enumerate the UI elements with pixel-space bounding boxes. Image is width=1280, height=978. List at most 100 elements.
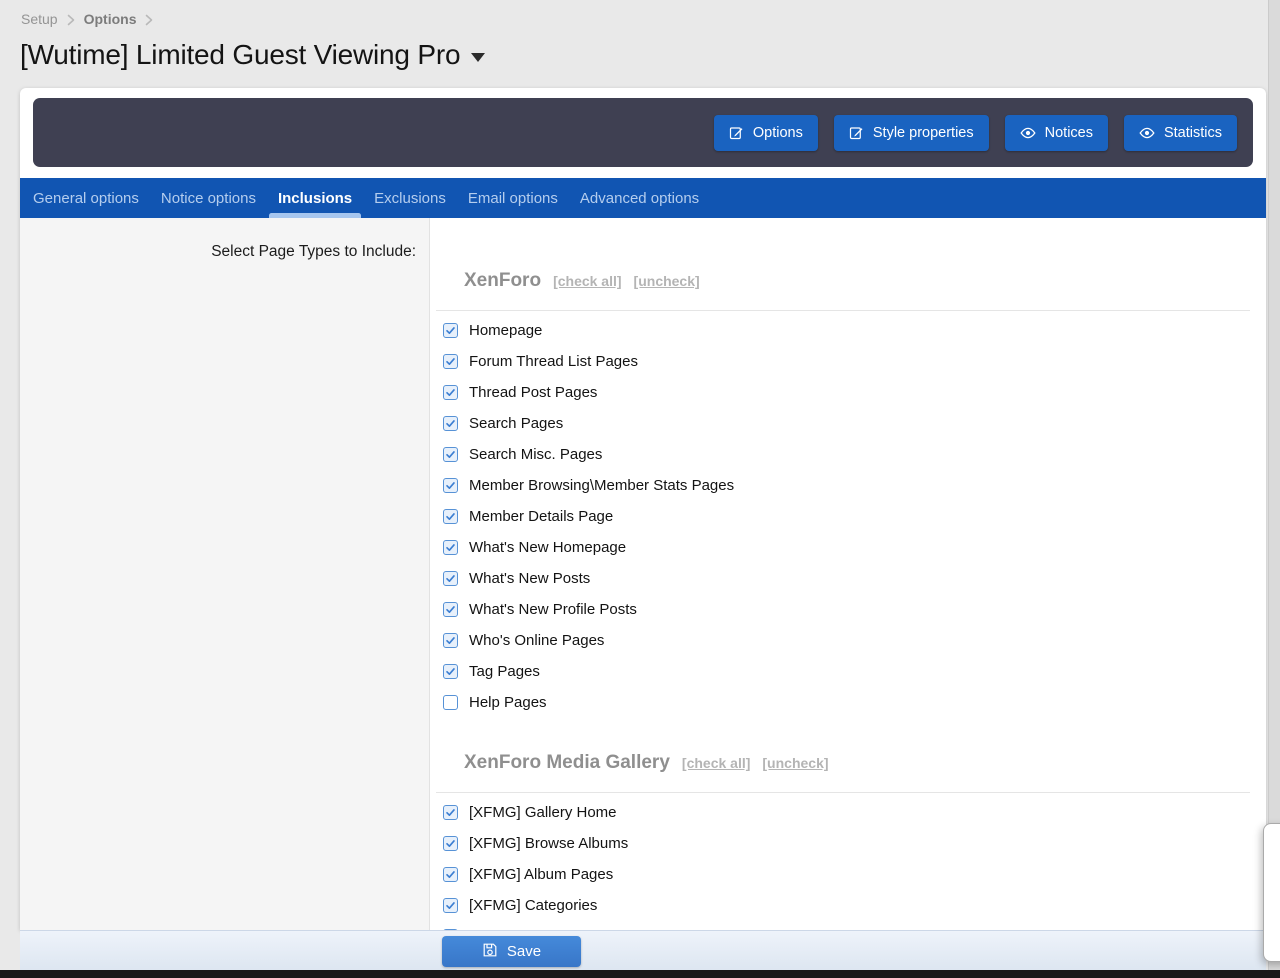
checkbox-item xyxy=(430,921,1266,930)
checkbox-item-label[interactable]: [XFMG] Categories xyxy=(469,897,597,914)
toolbar-button-label: Style properties xyxy=(873,125,974,141)
chevron-down-icon xyxy=(471,53,485,62)
section-heading-row: XenForo Media Gallery [check all] [uncheck… xyxy=(464,752,1250,774)
section-heading: XenForo Media Gallery xyxy=(464,752,670,774)
checkbox-member-details-page[interactable] xyxy=(443,509,458,524)
checkbox-item: What's New Posts xyxy=(430,563,1266,594)
checkbox-item-label[interactable]: What's New Posts xyxy=(469,570,590,587)
content-card: Options Style properties Notices Statistics… xyxy=(20,88,1266,930)
breadcrumb: Setup Options xyxy=(21,11,153,27)
checkbox-item-label[interactable]: Member Details Page xyxy=(469,508,613,525)
breadcrumb-item-setup[interactable]: Setup xyxy=(21,11,58,27)
uncheck-link[interactable]: [uncheck] xyxy=(634,273,700,289)
check-all-link[interactable]: [check all] xyxy=(553,273,621,289)
page-type-section-xenforo-media-gallery: XenForo Media Gallery [check all] [uncheck… xyxy=(430,752,1266,930)
checkbox-item-label[interactable]: Thread Post Pages xyxy=(469,384,597,401)
check-all-link[interactable]: [check all] xyxy=(682,755,750,771)
checkbox-item: [XFMG] Categories xyxy=(430,890,1266,921)
chevron-right-icon xyxy=(67,14,75,26)
checkbox-tag-pages[interactable] xyxy=(443,664,458,679)
toolbar-button-label: Notices xyxy=(1045,125,1093,141)
save-button[interactable]: Save xyxy=(442,936,581,967)
page-title: [Wutime] Limited Guest Viewing Pro xyxy=(20,38,460,72)
checkbox-homepage[interactable] xyxy=(443,323,458,338)
checkbox-who-s-online-pages[interactable] xyxy=(443,633,458,648)
checkbox-list: [XFMG] Gallery Home [XFMG] Browse Albums [… xyxy=(430,793,1266,930)
page-type-section-xenforo: XenForo[check all][uncheck]HomepageForum… xyxy=(430,270,1266,718)
tab-email-options[interactable]: Email options xyxy=(457,178,569,218)
checkbox-item-label[interactable]: Member Browsing\Member Stats Pages xyxy=(469,477,734,494)
save-button-label: Save xyxy=(507,943,541,960)
checkbox-item-label[interactable]: [XFMG] Gallery Home xyxy=(469,804,617,821)
style-properties-button[interactable]: Style properties xyxy=(834,115,989,151)
checkbox-item: [XFMG] Gallery Home xyxy=(430,797,1266,828)
checkbox-item-label[interactable]: Search Pages xyxy=(469,415,563,432)
viewport-bottom-edge xyxy=(0,970,1280,978)
checkbox-item: Tag Pages xyxy=(430,656,1266,687)
form-row-label: Select Page Types to Include: xyxy=(20,243,416,261)
checkbox-xfmg-gallery-home[interactable] xyxy=(443,805,458,820)
header-toolbar: Options Style properties Notices Statistics xyxy=(33,98,1253,167)
checkbox-item-label[interactable]: [XFMG] Album Pages xyxy=(469,866,613,883)
checkbox-what-s-new-profile-posts[interactable] xyxy=(443,602,458,617)
statistics-button[interactable]: Statistics xyxy=(1124,115,1237,151)
eye-icon xyxy=(1139,125,1155,141)
checkbox-item: Search Misc. Pages xyxy=(430,439,1266,470)
checkbox-item: What's New Homepage xyxy=(430,532,1266,563)
edit-icon xyxy=(849,125,864,140)
checkbox-item: [XFMG] Album Pages xyxy=(430,859,1266,890)
edit-icon xyxy=(729,125,744,140)
page-title-dropdown[interactable]: [Wutime] Limited Guest Viewing Pro xyxy=(20,38,485,72)
toolbar-button-label: Statistics xyxy=(1164,125,1222,141)
checkbox-item: Homepage xyxy=(430,315,1266,346)
checkbox-item: Member Details Page xyxy=(430,501,1266,532)
checkbox-xfmg-browse-albums[interactable] xyxy=(443,836,458,851)
options-button[interactable]: Options xyxy=(714,115,818,151)
checkbox-list: Homepage Forum Thread List Pages Thread Po… xyxy=(430,311,1266,718)
checkbox-item-label[interactable]: Help Pages xyxy=(469,694,547,711)
checkbox-item: Help Pages xyxy=(430,687,1266,718)
checkbox-member-browsing-member-stats-pages[interactable] xyxy=(443,478,458,493)
checkbox-item: Search Pages xyxy=(430,408,1266,439)
toolbar-button-label: Options xyxy=(753,125,803,141)
checkbox-item-label[interactable]: Forum Thread List Pages xyxy=(469,353,638,370)
tab-exclusions[interactable]: Exclusions xyxy=(363,178,457,218)
checkbox-what-s-new-posts[interactable] xyxy=(443,571,458,586)
tab-general-options[interactable]: General options xyxy=(22,178,150,218)
checkbox-item-label[interactable]: What's New Homepage xyxy=(469,539,626,556)
form-body: Select Page Types to Include: XenForo[ch… xyxy=(20,218,1266,930)
checkbox-item: Forum Thread List Pages xyxy=(430,346,1266,377)
checkbox-thread-post-pages[interactable] xyxy=(443,385,458,400)
save-bar: Save xyxy=(20,930,1266,970)
notices-button[interactable]: Notices xyxy=(1005,115,1108,151)
tab-inclusions[interactable]: Inclusions xyxy=(267,178,363,218)
checkbox-item-label[interactable]: Search Misc. Pages xyxy=(469,446,602,463)
checkbox-xfmg-categories[interactable] xyxy=(443,898,458,913)
checkbox-forum-thread-list-pages[interactable] xyxy=(443,354,458,369)
form-input-column: XenForo[check all][uncheck]HomepageForum… xyxy=(430,218,1266,930)
checkbox-item-label[interactable]: Tag Pages xyxy=(469,663,540,680)
checkbox-item-label[interactable]: [XFMG] Browse Albums xyxy=(469,835,628,852)
checkbox-item: [XFMG] Browse Albums xyxy=(430,828,1266,859)
uncheck-link[interactable]: [uncheck] xyxy=(762,755,828,771)
checkbox-item-label[interactable]: Who's Online Pages xyxy=(469,632,604,649)
checkbox-help-pages[interactable] xyxy=(443,695,458,710)
checkbox-item: Who's Online Pages xyxy=(430,625,1266,656)
breadcrumb-item-options[interactable]: Options xyxy=(84,11,137,27)
checkbox-item-label[interactable]: Homepage xyxy=(469,322,542,339)
chevron-right-icon xyxy=(145,14,153,26)
checkbox-item: Member Browsing\Member Stats Pages xyxy=(430,470,1266,501)
checkbox-item: Thread Post Pages xyxy=(430,377,1266,408)
checkbox-xfmg-album-pages[interactable] xyxy=(443,867,458,882)
tab-notice-options[interactable]: Notice options xyxy=(150,178,267,218)
checkbox-what-s-new-homepage[interactable] xyxy=(443,540,458,555)
checkbox-search-pages[interactable] xyxy=(443,416,458,431)
tab-advanced-options[interactable]: Advanced options xyxy=(569,178,710,218)
checkbox-search-misc-pages[interactable] xyxy=(443,447,458,462)
floppy-disk-icon xyxy=(482,942,498,962)
checkbox-item-label[interactable]: What's New Profile Posts xyxy=(469,601,637,618)
admin-options-page: Setup Options [Wutime] Limited Guest View… xyxy=(0,0,1280,978)
form-label-column: Select Page Types to Include: xyxy=(20,218,430,930)
checkbox-item: What's New Profile Posts xyxy=(430,594,1266,625)
section-heading-row: XenForo[check all][uncheck] xyxy=(464,270,1250,292)
